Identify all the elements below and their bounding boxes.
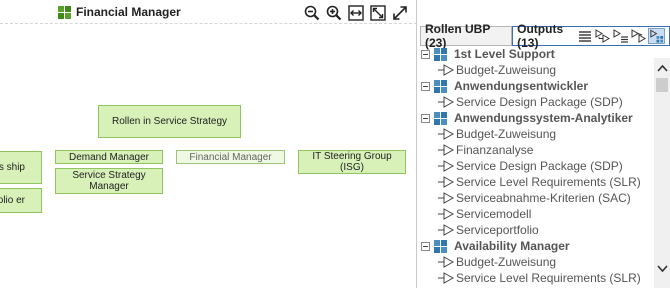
zoom-in-icon[interactable] xyxy=(324,4,344,22)
role-grid-icon xyxy=(434,79,448,93)
tree-item-label: Budget-Zuweisung xyxy=(456,127,557,141)
output-list-icon[interactable] xyxy=(612,28,629,44)
tab-outputs[interactable]: Outputs (13) xyxy=(512,22,670,50)
collapse-icon[interactable] xyxy=(421,81,430,91)
model-grid-icon xyxy=(58,5,72,19)
node-left-partial-1[interactable]: ss ship xyxy=(0,151,42,184)
tree-item-label: Budget-Zuweisung xyxy=(456,63,557,77)
zoom-out-icon[interactable] xyxy=(302,4,322,22)
output-arrow-icon xyxy=(438,128,454,140)
diagram-header: Financial Manager xyxy=(0,0,416,24)
output-arrow-icon xyxy=(438,224,454,236)
role-grid-icon xyxy=(434,111,448,125)
output-arrows-icon[interactable] xyxy=(630,28,647,44)
fit-page-icon[interactable] xyxy=(368,4,388,22)
node-rollen-in-service-strategy[interactable]: Rollen in Service Strategy xyxy=(98,105,241,138)
node-left-partial-2[interactable]: rtfolio er xyxy=(0,188,42,213)
collapse-icon[interactable] xyxy=(421,241,430,251)
tree-item-label: Serviceabnahme-Kriterien (SAC) xyxy=(456,191,631,205)
output-arrow-icon xyxy=(438,176,454,188)
tree-item-label: Serviceportfolio xyxy=(456,223,539,237)
tree-item-row[interactable]: Serviceportfolio xyxy=(418,222,654,238)
tree-group-row[interactable]: Anwendungssystem-Analytiker xyxy=(418,110,654,126)
tree-item-row[interactable]: Budget-Zuweisung xyxy=(418,254,654,270)
tree-item-label: Service Level Requirements (SLR) xyxy=(456,271,641,285)
tree-group-row[interactable]: 1st Level Support xyxy=(418,46,654,62)
output-arrow-icon xyxy=(438,160,454,172)
output-grid-icon[interactable] xyxy=(648,28,665,44)
tree-item-row[interactable]: Service Level Requirements (SLR) xyxy=(418,174,654,190)
fit-width-icon[interactable] xyxy=(346,4,366,22)
scroll-down-icon[interactable] xyxy=(654,261,670,277)
tree-item-row[interactable]: Servicemodell xyxy=(418,206,654,222)
vertical-scrollbar[interactable] xyxy=(654,58,670,288)
collapse-icon[interactable] xyxy=(421,113,430,123)
diagram-canvas[interactable]: Financial Manager Rollen in Service Stra… xyxy=(0,0,417,288)
tree-group-label: Availability Manager xyxy=(454,239,570,253)
role-grid-icon xyxy=(434,239,448,253)
role-grid-icon xyxy=(434,47,448,61)
tree-group-label: Anwendungsentwickler xyxy=(454,79,589,93)
tree-group-label: 1st Level Support xyxy=(454,47,555,61)
tree-item-label: Service Design Package (SDP) xyxy=(456,159,623,173)
expand-icon[interactable] xyxy=(390,4,410,22)
tree-item-label: Budget-Zuweisung xyxy=(456,255,557,269)
tree-item-label: Servicemodell xyxy=(456,207,532,221)
panel-tabs: Rollen UBP (23) Outputs (13) xyxy=(420,22,670,50)
output-arrow-icon xyxy=(438,272,454,284)
scrollbar-thumb[interactable] xyxy=(656,78,668,92)
node-demand-manager[interactable]: Demand Manager xyxy=(55,150,163,164)
side-panel: Rollen UBP (23) Outputs (13) 1st Level S… xyxy=(418,0,670,288)
node-service-strategy-manager[interactable]: Service Strategy Manager xyxy=(55,168,163,194)
tab-icon-group xyxy=(576,28,665,44)
tree-item-row[interactable]: Service Design Package (SDP) xyxy=(418,94,654,110)
list-icon[interactable] xyxy=(576,28,593,44)
tree-item-row[interactable]: Finanzanalyse xyxy=(418,142,654,158)
node-it-steering-group[interactable]: IT Steering Group (ISG) xyxy=(298,150,406,174)
diagram-title: Financial Manager xyxy=(58,4,181,20)
tree-item-row[interactable]: Service Level Requirements (SLR) xyxy=(418,270,654,286)
output-arrow-icon xyxy=(438,192,454,204)
tree-item-row[interactable]: Budget-Zuweisung xyxy=(418,62,654,78)
tree-item-row[interactable]: Budget-Zuweisung xyxy=(418,126,654,142)
tree-item-row[interactable]: Service Design Package (SDP) xyxy=(418,158,654,174)
node-financial-manager[interactable]: Financial Manager xyxy=(176,150,285,164)
zoom-toolbar xyxy=(302,4,410,22)
output-arrow-icon xyxy=(438,96,454,108)
output-arrow-icon xyxy=(438,208,454,220)
tree-item-label: Finanzanalyse xyxy=(456,143,534,157)
output-arrow-icon xyxy=(438,144,454,156)
tab-rollen-ubp[interactable]: Rollen UBP (23) xyxy=(420,22,513,50)
diagram-title-text: Financial Manager xyxy=(76,5,181,19)
tree-item-row[interactable]: Serviceabnahme-Kriterien (SAC) xyxy=(418,190,654,206)
output-arrow-icon xyxy=(438,64,454,76)
scroll-up-icon[interactable] xyxy=(654,60,670,76)
tree-group-row[interactable]: Availability Manager xyxy=(418,238,654,254)
tree-item-label: Service Design Package (SDP) xyxy=(456,95,623,109)
collapse-icon[interactable] xyxy=(421,49,430,59)
output-tree-icon[interactable] xyxy=(594,28,611,44)
tree-group-label: Anwendungssystem-Analytiker xyxy=(454,111,633,125)
tree-item-label: Service Level Requirements (SLR) xyxy=(456,175,641,189)
output-arrow-icon xyxy=(438,256,454,268)
tree-group-row[interactable]: Anwendungsentwickler xyxy=(418,78,654,94)
output-tree: 1st Level Support Budget-Zuweisung Anwendu… xyxy=(418,46,654,288)
